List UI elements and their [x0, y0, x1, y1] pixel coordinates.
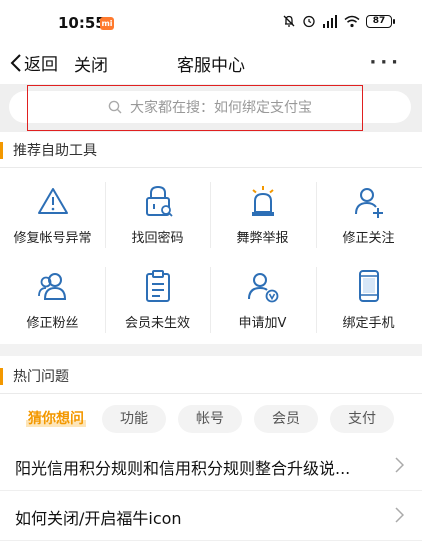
- tool-label: 舞弊举报: [236, 231, 289, 246]
- wifi-icon: [344, 15, 360, 27]
- battery-icon: 87: [366, 14, 395, 28]
- tools-section-title: 推荐自助工具: [13, 143, 97, 159]
- question-item[interactable]: 阳光信用积分规则和信用积分规则整合升级说...: [0, 441, 422, 491]
- search-input[interactable]: 大家都在搜：如何绑定支付宝: [9, 91, 411, 123]
- tab-payment[interactable]: 支付: [330, 405, 394, 433]
- tool-label: 找回密码: [131, 231, 184, 246]
- users-icon: [38, 273, 67, 300]
- tool-apply-verification[interactable]: 申请加V: [210, 257, 315, 342]
- tool-repair-account[interactable]: 修复帐号异常: [0, 172, 105, 257]
- tool-fix-following[interactable]: 修正关注: [316, 172, 421, 257]
- tool-fraud-report[interactable]: 舞弊举报: [210, 172, 315, 257]
- mi-badge-icon: mi: [100, 17, 114, 30]
- signal-icon: [323, 14, 337, 28]
- tool-label: 修正粉丝: [26, 316, 79, 331]
- alarm-clock-icon: [303, 15, 315, 28]
- more-menu-button[interactable]: ···: [369, 52, 402, 73]
- tool-label: 申请加V: [238, 316, 287, 331]
- chevron-right-icon: [395, 507, 404, 523]
- tool-fix-fans[interactable]: 修正粉丝: [0, 257, 105, 342]
- hot-section-header: 热门问题: [0, 358, 422, 394]
- tab-label: 功能: [120, 411, 148, 427]
- tool-recover-password[interactable]: 找回密码: [105, 172, 210, 257]
- tab-label: 支付: [348, 411, 376, 427]
- tool-bind-phone[interactable]: 绑定手机: [316, 257, 421, 342]
- search-area: 大家都在搜：如何绑定支付宝: [0, 84, 422, 132]
- warning-triangle-icon: [38, 188, 68, 214]
- alarm-siren-icon: [252, 186, 274, 216]
- tools-grid: 修复帐号异常 找回密码 舞弊举报 修正关注 修正粉丝 会员未生效 申请加V 绑定…: [0, 172, 422, 342]
- tab-features[interactable]: 功能: [102, 405, 166, 433]
- tab-membership[interactable]: 会员: [254, 405, 318, 433]
- tool-label: 修正关注: [342, 231, 395, 246]
- tab-account[interactable]: 帐号: [178, 405, 242, 433]
- phone-icon: [359, 270, 379, 302]
- tool-membership-inactive[interactable]: 会员未生效: [105, 257, 210, 342]
- lock-search-icon: [146, 185, 173, 217]
- chevron-right-icon: [395, 457, 404, 473]
- tab-label: 帐号: [196, 411, 224, 427]
- search-icon: [108, 100, 122, 114]
- user-verified-icon: [248, 273, 279, 303]
- tools-section-header: 推荐自助工具: [0, 132, 422, 168]
- mute-bell-icon: [283, 15, 295, 27]
- section-accent-bar: [0, 368, 3, 385]
- tab-guess[interactable]: 猜你想问: [14, 405, 98, 433]
- search-placeholder: 大家都在搜：如何绑定支付宝: [130, 100, 312, 116]
- page-title: 客服中心: [177, 56, 245, 76]
- section-accent-bar: [0, 142, 3, 159]
- status-bar: 10:55 mi 87: [0, 0, 422, 44]
- question-text: 如何关闭/开启福牛icon: [15, 509, 182, 528]
- hot-section-title: 热门问题: [13, 369, 69, 385]
- question-item[interactable]: 如何关闭/开启福牛icon: [0, 491, 422, 541]
- user-plus-icon: [355, 188, 383, 218]
- tab-label: 猜你想问: [26, 411, 86, 427]
- status-icons: 87: [282, 14, 395, 28]
- clipboard-icon: [146, 270, 170, 302]
- question-text: 阳光信用积分规则和信用积分规则整合升级说...: [15, 459, 351, 478]
- section-divider: [0, 344, 422, 356]
- question-category-tabs: 猜你想问 功能 帐号 会员 支付: [0, 400, 422, 436]
- tool-label: 绑定手机: [342, 316, 395, 331]
- tab-label: 会员: [272, 411, 300, 427]
- tool-label: 修复帐号异常: [13, 231, 92, 246]
- status-time: 10:55: [58, 14, 106, 32]
- nav-bar: 返回 关闭 客服中心 ···: [0, 44, 422, 84]
- tool-label: 会员未生效: [124, 316, 190, 331]
